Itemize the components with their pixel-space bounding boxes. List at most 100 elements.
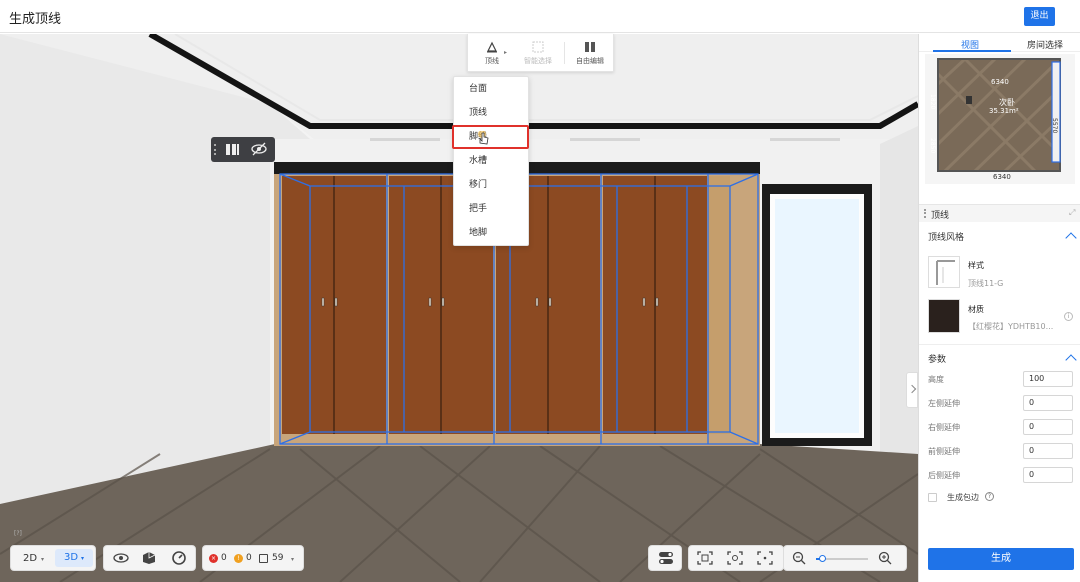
dropdown-caret-icon[interactable]: ▸ (504, 49, 507, 56)
chevron-down-icon: ▾ (41, 556, 45, 563)
zoom-slider[interactable] (816, 555, 868, 562)
minimap-dim-top: 6340 (991, 78, 1009, 86)
fit-view-icon[interactable] (697, 551, 713, 568)
top-bar: 生成顶线 退出 (0, 0, 1080, 33)
list-icon (259, 554, 268, 563)
object-float-toolbar (211, 137, 275, 162)
chevron-down-icon: ▾ (291, 556, 295, 563)
style-thumbnail[interactable] (928, 256, 960, 288)
param-height-input[interactable]: 100 (1023, 371, 1073, 387)
camera-settings-icon[interactable] (727, 551, 743, 568)
menu-item-ceiling-line[interactable]: 顶线 (454, 103, 530, 123)
zoom-out-icon[interactable] (792, 551, 806, 568)
floorplan-minimap[interactable]: 6340 次卧 35.31m² 1820 2850 5570 6340 (925, 54, 1075, 184)
chevron-right-icon (907, 384, 917, 394)
param-back-extend-label: 后侧延伸 (928, 471, 960, 480)
style-group-title: 顶线风格 (928, 233, 965, 243)
param-height-label: 高度 (928, 375, 944, 384)
collapse-params-icon[interactable] (1065, 354, 1077, 366)
layer-toggle-group (648, 545, 682, 571)
ceiling-line-icon (486, 41, 498, 53)
tool-ceiling-line-label: 顶线 (485, 57, 499, 65)
edge-wrap-label: 生成包边 (947, 493, 979, 502)
drag-handle-icon[interactable] (214, 144, 216, 155)
menu-item-countertop[interactable]: 台面 (454, 79, 530, 99)
params-title: 参数 (928, 355, 947, 365)
line-tool-group: 顶线 ▸ 智能选择 自由编辑 (467, 34, 614, 72)
tab-room-select[interactable]: 房间选择 (1027, 38, 1063, 51)
section-header: 顶线 ⤢ (919, 204, 1080, 222)
cube-icon[interactable] (142, 551, 156, 568)
drag-handle-icon[interactable] (924, 209, 926, 218)
style-value[interactable]: 顶线11-G (968, 278, 1003, 289)
free-edit-icon (584, 41, 596, 53)
param-left-extend-input[interactable]: 0 (1023, 395, 1073, 411)
menu-item-sliding-door[interactable]: 移门 (454, 175, 530, 195)
chevron-down-icon: ▾ (81, 555, 85, 562)
edge-wrap-checkbox[interactable] (928, 493, 937, 502)
menu-item-sink[interactable]: 水槽 (454, 151, 530, 171)
warning-icon: ! (234, 554, 243, 563)
smart-select-icon (532, 41, 544, 53)
section-divider (919, 344, 1080, 345)
minimap-dim-left-a: 1820 (929, 94, 936, 110)
view-3d-button[interactable]: 3D ▾ (55, 549, 93, 567)
expand-icon[interactable]: ⤢ (1069, 208, 1075, 218)
minimap-dim-left-b: 2850 (929, 138, 936, 154)
view-tools-group (103, 545, 196, 571)
menu-highlight-box (452, 125, 529, 149)
hide-icon[interactable] (251, 142, 267, 156)
material-thumbnail[interactable] (928, 299, 960, 333)
tool-free-edit-label: 自由编辑 (576, 57, 604, 65)
menu-item-handle[interactable]: 把手 (454, 199, 530, 219)
view-2d-button[interactable]: 2D (23, 553, 37, 564)
error-icon: × (209, 554, 218, 563)
exit-button[interactable]: 退出 (1024, 7, 1055, 26)
minimap-dim-bottom: 6340 (993, 173, 1011, 181)
param-front-extend-input[interactable]: 0 (1023, 443, 1073, 459)
zoom-control (783, 545, 907, 571)
camera-tools-group (688, 545, 784, 571)
eye-icon[interactable] (113, 551, 129, 568)
zoom-slider-thumb[interactable] (819, 555, 826, 562)
style-label: 样式 (968, 261, 984, 270)
minimap-room-area: 35.31m² (989, 107, 1019, 115)
param-back-extend-input[interactable]: 0 (1023, 467, 1073, 483)
view-3d-label: 3D (64, 552, 79, 563)
help-icon[interactable]: ? (985, 492, 994, 501)
speedometer-icon[interactable] (172, 551, 186, 568)
error-count: 0 (221, 553, 227, 563)
toggle-icon[interactable] (658, 551, 674, 568)
material-value[interactable]: 【红樱花】YDHTB10... (968, 321, 1053, 332)
menu-item-plinth[interactable]: 地脚 (454, 223, 530, 243)
status-counters[interactable]: × 0 ! 0 59 ▾ (202, 545, 304, 571)
tool-smart-select-label: 智能选择 (524, 57, 552, 65)
toolbar-divider (564, 42, 565, 64)
page-title: 生成顶线 (9, 12, 62, 27)
tool-free-edit[interactable]: 自由编辑 (568, 41, 612, 66)
view-mode-switch: 2D ▾ 3D ▾ (10, 545, 96, 571)
fullscreen-icon[interactable] (757, 551, 773, 568)
panel-collapse-handle[interactable] (906, 372, 918, 408)
minimap-dim-right: 5570 (1051, 118, 1058, 134)
tab-active-indicator (933, 50, 1011, 52)
warning-count: 0 (246, 553, 252, 563)
tool-smart-select: 智能选择 (516, 41, 560, 66)
param-right-extend-label: 右侧延伸 (928, 423, 960, 432)
section-header-title: 顶线 (931, 211, 950, 221)
panel-tabs: 视图 房间选择 (919, 34, 1080, 52)
param-front-extend-label: 前侧延伸 (928, 447, 960, 456)
pointer-hand-icon (478, 130, 490, 145)
param-left-extend-label: 左侧延伸 (928, 399, 960, 408)
line-type-menu: 台面 顶线 脚线 水槽 移门 把手 地脚 (453, 76, 529, 246)
info-icon[interactable]: i (1064, 312, 1073, 321)
zoom-in-icon[interactable] (878, 551, 892, 568)
cabinet-icon[interactable] (226, 144, 239, 155)
properties-panel: 视图 房间选择 6340 次卧 35.31m² 1820 2850 5570 6… (918, 34, 1080, 582)
collapse-style-icon[interactable] (1065, 232, 1077, 244)
watermark-text: [?] (14, 530, 22, 537)
param-right-extend-input[interactable]: 0 (1023, 419, 1073, 435)
tool-ceiling-line[interactable]: 顶线 (470, 41, 514, 66)
material-label: 材质 (968, 305, 984, 314)
generate-button[interactable]: 生成 (928, 548, 1074, 570)
